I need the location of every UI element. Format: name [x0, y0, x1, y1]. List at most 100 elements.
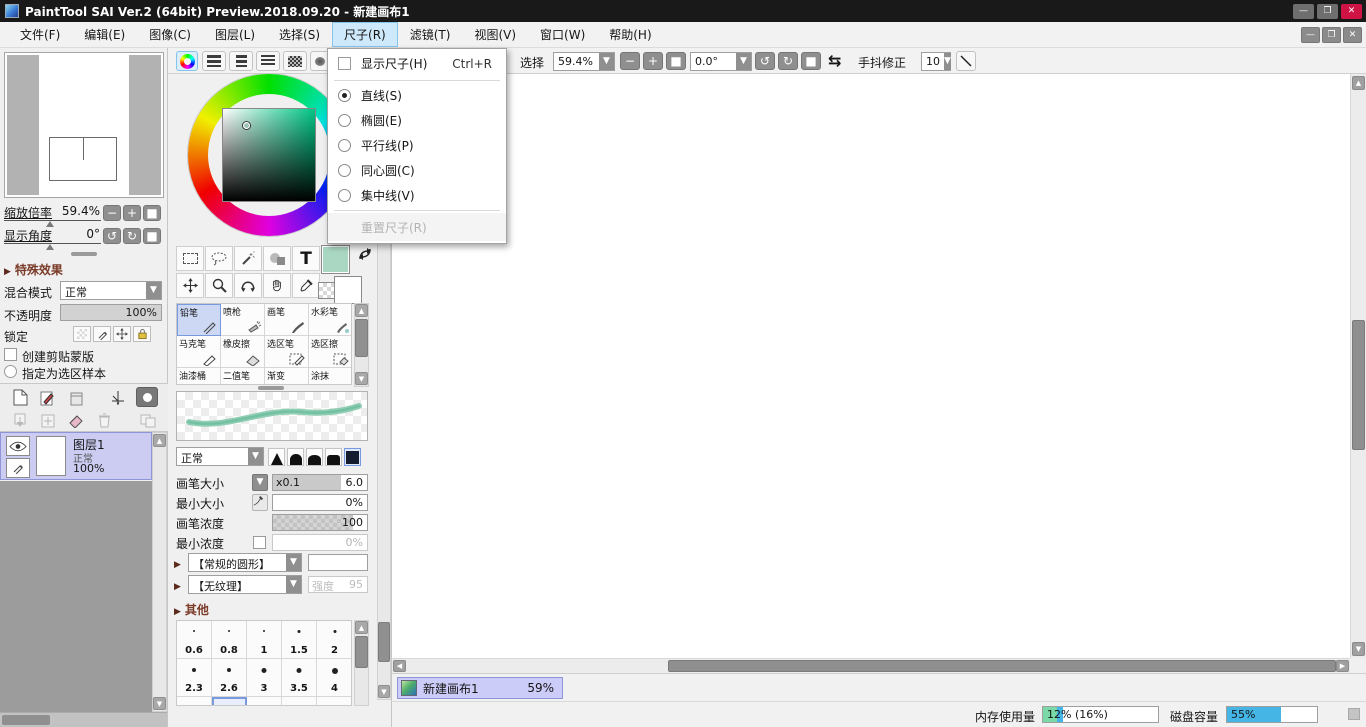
layer-list-scrollbar[interactable] — [152, 432, 167, 712]
radio-icon[interactable] — [338, 189, 351, 202]
menu-item-reset-ruler[interactable]: 重置尺子(R) — [328, 213, 506, 241]
transparent-color-swatch[interactable] — [318, 282, 335, 299]
nav-zoom-reset-button[interactable]: ■ — [143, 205, 161, 221]
brush-selection-eraser[interactable]: 选区擦 — [309, 336, 352, 368]
menu-window[interactable]: 窗口(W) — [528, 22, 597, 47]
layer-list-hscrollbar[interactable] — [0, 712, 167, 727]
shape-section-arrow[interactable]: ▶ — [174, 556, 185, 570]
edge-shape-dome[interactable] — [306, 448, 323, 466]
size-preset[interactable]: 2.6 — [212, 659, 247, 697]
zoom-out-button[interactable]: − — [620, 52, 640, 70]
zoom-tool[interactable] — [205, 273, 233, 298]
doc-minimize-button[interactable]: — — [1301, 27, 1320, 43]
menu-item-ellipse-ruler[interactable]: 椭圆(E) — [328, 108, 506, 133]
chevron-down-icon[interactable]: ▼ — [286, 554, 301, 571]
zoom-in-button[interactable]: + — [643, 52, 663, 70]
texture-section-arrow[interactable]: ▶ — [174, 578, 185, 592]
canvas-angle-dropdown[interactable]: 0.0° ▼ — [690, 52, 752, 71]
brush-watercolor[interactable]: 水彩笔 — [309, 304, 352, 336]
lock-move-button[interactable] — [113, 326, 131, 342]
ruler-line-button[interactable] — [956, 51, 976, 71]
radio-icon[interactable] — [338, 139, 351, 152]
merge-layer-button[interactable] — [36, 410, 60, 431]
chevron-down-icon[interactable]: ▼ — [736, 53, 751, 70]
shape-tool[interactable] — [263, 246, 291, 271]
radio-icon[interactable] — [338, 164, 351, 177]
nav-rotate-cw-button[interactable]: ↻ — [123, 228, 141, 244]
scroll-left-icon[interactable]: ◀ — [393, 660, 406, 672]
nav-zoom-out-button[interactable]: − — [103, 205, 121, 221]
menu-edit[interactable]: 编辑(E) — [72, 22, 137, 47]
layer-row-selected[interactable]: 图层1 正常 100% — [0, 432, 152, 480]
brush-marker[interactable]: 马克笔 — [177, 336, 221, 368]
nav-rotate-ccw-button[interactable]: ↺ — [103, 228, 121, 244]
nav-rotate-reset-button[interactable]: ■ — [143, 228, 161, 244]
document-tab[interactable]: 新建画布1 59% — [397, 677, 563, 699]
lock-alpha-button[interactable] — [73, 326, 91, 342]
lock-paint-button[interactable] — [93, 326, 111, 342]
scroll-up-icon[interactable]: ▲ — [153, 434, 166, 447]
color-wheel-panel-button[interactable] — [176, 51, 198, 71]
rotate-ccw-button[interactable]: ↺ — [755, 52, 775, 70]
scroll-thumb[interactable] — [378, 622, 390, 662]
size-preset[interactable]: 2.3 — [177, 659, 212, 697]
size-preset-selected[interactable] — [212, 697, 247, 706]
edge-shape-hard[interactable] — [268, 448, 285, 466]
layer-mask-button[interactable] — [136, 387, 158, 407]
brush-brush[interactable]: 画笔 — [265, 304, 309, 336]
restore-button[interactable]: ❐ — [1317, 4, 1338, 19]
new-folder-button[interactable] — [64, 387, 88, 408]
brush-gradient[interactable]: 渐变 — [265, 368, 309, 385]
scroll-down-icon[interactable]: ▼ — [1352, 642, 1365, 656]
clipping-mask-checkbox[interactable] — [4, 348, 17, 361]
layer-edit-indicator[interactable] — [6, 458, 30, 478]
color-sliders-button[interactable] — [229, 51, 253, 71]
min-size-pressure-button[interactable] — [252, 494, 268, 511]
scroll-up-icon[interactable]: ▲ — [355, 621, 368, 634]
nav-angle-slider-marker[interactable] — [46, 244, 54, 250]
size-preset[interactable]: 1 — [247, 621, 282, 659]
hand-tool[interactable] — [263, 273, 291, 298]
size-preset[interactable]: 4 — [317, 659, 352, 697]
menu-image[interactable]: 图像(C) — [137, 22, 203, 47]
size-unit-dropdown[interactable]: ▼ — [252, 474, 268, 491]
size-preset[interactable]: 0.6 — [177, 621, 212, 659]
edge-shape-soft[interactable] — [287, 448, 304, 466]
menu-ruler[interactable]: 尺子(R) — [332, 22, 398, 47]
magic-wand-tool[interactable] — [234, 246, 262, 271]
brush-size-slider[interactable]: x0.1 6.0 — [272, 474, 368, 491]
clear-layer-button[interactable] — [64, 410, 88, 431]
layer-visibility-toggle[interactable] — [6, 436, 30, 456]
size-preset[interactable]: 0.8 — [212, 621, 247, 659]
brush-pencil[interactable]: 铅笔 — [177, 304, 221, 336]
menu-view[interactable]: 视图(V) — [462, 22, 528, 47]
rotate-view-tool[interactable] — [234, 273, 262, 298]
chevron-down-icon[interactable]: ▼ — [248, 448, 263, 465]
move-tool[interactable] — [176, 273, 204, 298]
chevron-down-icon[interactable]: ▼ — [599, 53, 614, 70]
scroll-thumb[interactable] — [355, 636, 368, 668]
doc-close-button[interactable]: ✕ — [1343, 27, 1362, 43]
edge-shape-flat[interactable] — [325, 448, 342, 466]
brush-binary-pen[interactable]: 二值笔 — [221, 368, 265, 385]
hscroll-thumb[interactable] — [2, 715, 50, 725]
min-size-field[interactable]: 0% — [272, 494, 368, 511]
brush-selection-pen[interactable]: 选区笔 — [265, 336, 309, 368]
chevron-down-icon[interactable]: ▼ — [146, 282, 161, 299]
canvas-hscrollbar[interactable]: ◀ ▶ — [392, 658, 1350, 673]
selection-source-radio[interactable] — [4, 365, 17, 378]
texture-dropdown[interactable]: 【无纹理】 ▼ — [188, 575, 302, 594]
menu-item-line-ruler[interactable]: 直线(S) — [328, 83, 506, 108]
blend-mode-dropdown[interactable]: 正常 ▼ — [60, 281, 162, 300]
scroll-right-icon[interactable]: ▶ — [1336, 660, 1349, 672]
swap-colors-button[interactable] — [357, 246, 373, 262]
rotate-cw-button[interactable]: ↻ — [778, 52, 798, 70]
primary-color-swatch[interactable] — [321, 245, 350, 274]
checkbox-icon[interactable] — [338, 57, 351, 70]
scroll-up-icon[interactable]: ▲ — [355, 304, 368, 317]
effects-header[interactable]: ▶特殊效果 — [4, 261, 63, 278]
brush-eraser[interactable]: 橡皮擦 — [221, 336, 265, 368]
brush-airbrush[interactable]: 喷枪 — [221, 304, 265, 336]
brush-shape-dropdown[interactable]: 【常规的圆形】 ▼ — [188, 553, 302, 572]
new-layer-button[interactable] — [8, 387, 32, 408]
